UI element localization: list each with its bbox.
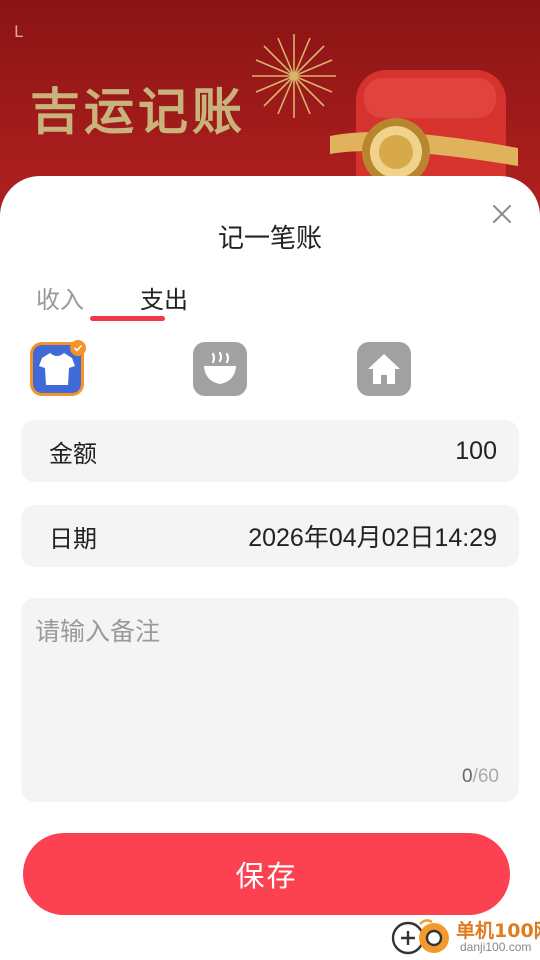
amount-field[interactable]: 金额 100 — [21, 420, 519, 482]
category-food[interactable] — [193, 342, 247, 396]
note-char-count: 0 — [462, 766, 473, 787]
note-char-counter: 0/60 — [462, 766, 499, 788]
active-tab-indicator — [90, 316, 165, 321]
save-button[interactable]: 保存 — [23, 833, 510, 915]
category-clothing[interactable] — [30, 340, 86, 396]
watermark-url: danji100.com — [460, 940, 532, 954]
house-icon — [368, 354, 400, 384]
date-field[interactable]: 日期 2026年04月02日14:29 — [21, 505, 519, 567]
watermark-logo-icon — [391, 919, 449, 955]
tab-income[interactable]: 收入 — [36, 280, 84, 315]
selected-check-icon — [70, 340, 86, 356]
site-watermark: 单机100网 danji100.com — [390, 914, 540, 958]
amount-value: 100 — [455, 436, 497, 465]
record-sheet: 记一笔账 收入 支出 金额 100 日期 2026年04月02日14:29 0/… — [0, 176, 540, 960]
note-box: 0/60 — [21, 598, 519, 802]
brand-title: 吉运记账 — [30, 83, 246, 141]
date-label: 日期 — [49, 524, 97, 553]
watermark-title: 单机100网 — [456, 920, 540, 942]
gift-bag-illustration — [330, 70, 518, 194]
status-indicator: L — [14, 22, 23, 41]
date-value: 2026年04月02日14:29 — [248, 524, 497, 552]
note-char-max: /60 — [472, 766, 499, 787]
tab-expense[interactable]: 支出 — [140, 280, 188, 315]
shirt-icon — [39, 353, 75, 385]
bowl-icon — [204, 351, 236, 384]
category-home[interactable] — [357, 342, 411, 396]
amount-label: 金额 — [49, 439, 97, 468]
note-input[interactable] — [21, 598, 519, 802]
sheet-title: 记一笔账 — [217, 224, 322, 254]
